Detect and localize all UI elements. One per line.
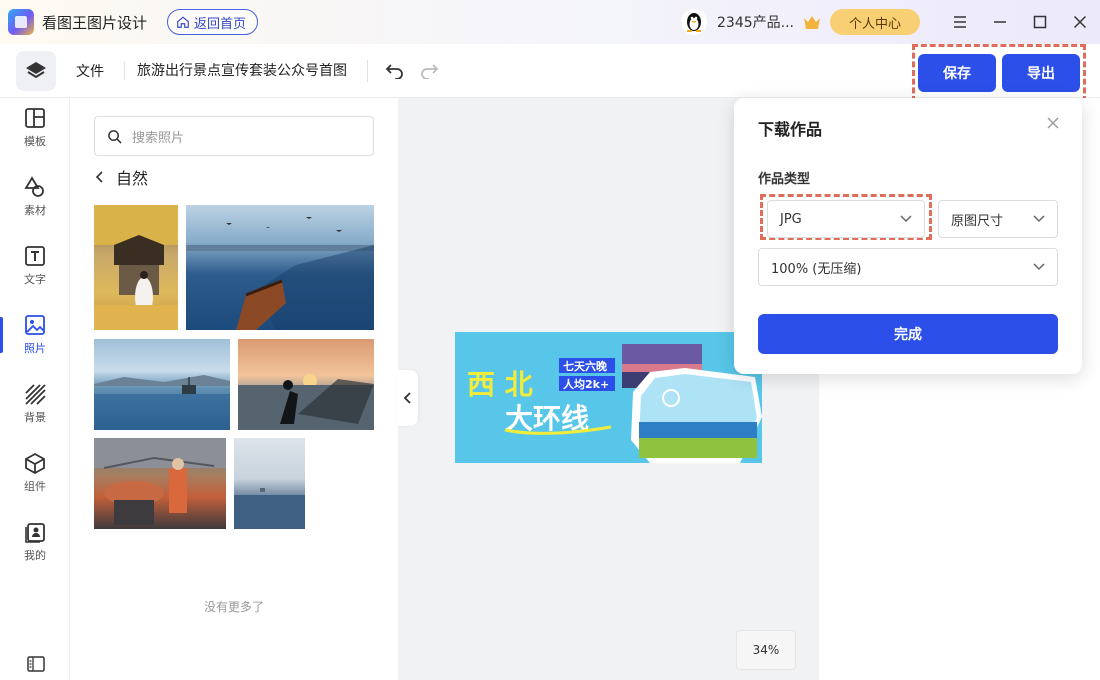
save-button[interactable]: 保存 [918,54,996,92]
chevron-left-icon [403,392,411,404]
layers-button[interactable] [16,50,56,91]
nav-item-material[interactable]: 素材 [0,167,70,227]
nav-label: 照片 [24,342,46,355]
photo-thumbnail[interactable] [94,205,178,330]
home-button[interactable]: 返回首页 [167,9,259,35]
download-popover: 下载作品 作品类型 JPG 原图尺寸 100% (无压缩) 完成 [734,98,1082,374]
no-more-text: 没有更多了 [203,600,264,614]
nav-item-photo[interactable]: 照片 [0,305,70,365]
search-icon [108,129,122,144]
photo-art [94,375,230,430]
hamburger-icon [954,16,966,28]
save-export-highlight: 保存 导出 [912,44,1086,102]
text-icon [25,246,45,266]
cube-icon [25,452,45,474]
nav-label: 素材 [24,204,46,217]
maximize-icon [1033,15,1047,29]
nav-item-text[interactable]: 文字 [0,236,70,296]
toolbar-divider [367,59,368,82]
chevron-down-icon [900,215,912,223]
size-select[interactable]: 原图尺寸 [938,200,1058,238]
chevron-left-icon [95,171,103,183]
background-icon [25,384,46,405]
type-label: 作品类型 [758,172,811,187]
photo-thumbnail[interactable] [94,438,226,529]
shapes-icon [24,176,44,197]
username[interactable]: 2345产品... [717,12,794,32]
photo-art [234,488,305,529]
category-back-button[interactable]: 自然 [94,164,148,190]
nav-label: 我的 [24,549,46,562]
collapse-panel-button[interactable] [398,370,418,426]
minimize-icon [994,21,1006,23]
zoom-level[interactable]: 34% [736,630,796,670]
category-title: 自然 [116,169,149,188]
document-title[interactable]: 旅游出行景点宣传套装公众号首图 [124,61,347,80]
nav-item-template[interactable]: 模板 [0,98,70,158]
chevron-down-icon [1033,263,1045,271]
my-icon [25,523,45,543]
search-placeholder: 搜索照片 [132,130,185,146]
nav-label: 背景 [24,411,46,424]
layers-icon [26,61,46,78]
panel-toggle-icon[interactable] [27,656,45,672]
chevron-down-icon [1033,215,1045,223]
left-nav: 模板 素材 文字 照片 背景 组件 我的 [0,98,70,680]
home-button-label: 返回首页 [194,16,247,32]
photo-thumbnail[interactable] [234,438,305,529]
nav-item-component[interactable]: 组件 [0,443,70,503]
nav-label: 模板 [24,135,46,148]
quality-value: 100% (无压缩) [771,261,862,277]
export-button[interactable]: 导出 [1002,54,1080,92]
photo-art [238,374,374,430]
close-window-button[interactable] [1060,0,1100,44]
close-icon[interactable] [1046,116,1060,130]
app-logo [8,9,34,35]
undo-button[interactable] [382,58,408,84]
nav-label: 文字 [24,273,46,286]
poster-artboard[interactable]: 西 北 大环线 七天六晚 人均2k+ [455,332,762,463]
personal-center-button[interactable]: 个人中心 [830,9,920,35]
poster-tag-line2: 人均2k+ [563,377,609,391]
photo-panel: 搜索照片 自然 没有更多了 [70,98,398,680]
avatar[interactable] [681,9,708,35]
photo-art [94,205,178,330]
poster-art: 西 北 大环线 七天六晚 人均2k+ [455,332,762,463]
quality-select[interactable]: 100% (无压缩) [758,248,1058,286]
photo-thumbnail[interactable] [238,339,374,430]
app-name: 看图王图片设计 [42,13,148,32]
penguin-avatar-icon [687,13,702,32]
size-value: 原图尺寸 [951,213,1004,229]
done-button[interactable]: 完成 [758,314,1058,354]
redo-icon [421,63,439,79]
photo-thumbnail[interactable] [94,339,230,430]
undo-icon [385,63,403,79]
editor-toolbar: 文件 旅游出行景点宣传套装公众号首图 保存 导出 [0,44,1100,102]
title-bar: 看图王图片设计 返回首页 2345产品... 个人中心 [0,0,1100,44]
poster-tag-line1: 七天六晚 [563,359,607,373]
nav-item-mine[interactable]: 我的 [0,512,70,572]
photo-thumbnail[interactable] [186,205,374,330]
poster-title-line2: 大环线 [505,402,589,435]
photo-icon [25,315,45,335]
poster-title-line1: 西 北 [467,368,533,401]
photo-art [94,438,226,525]
nav-label: 组件 [24,480,46,493]
format-select[interactable]: JPG [767,200,925,238]
home-icon [177,16,189,28]
nav-item-background[interactable]: 背景 [0,374,70,434]
maximize-button[interactable] [1020,0,1060,44]
popover-title: 下载作品 [758,120,823,139]
format-value: JPG [780,211,802,227]
redo-button[interactable] [416,58,442,84]
vip-crown-icon[interactable] [802,13,822,31]
photo-art [186,217,374,330]
template-icon [25,108,45,128]
close-icon [1073,15,1087,29]
file-menu[interactable]: 文件 [76,61,104,81]
menu-button[interactable] [940,0,980,44]
photo-search-input[interactable]: 搜索照片 [94,116,374,156]
minimize-button[interactable] [980,0,1020,44]
